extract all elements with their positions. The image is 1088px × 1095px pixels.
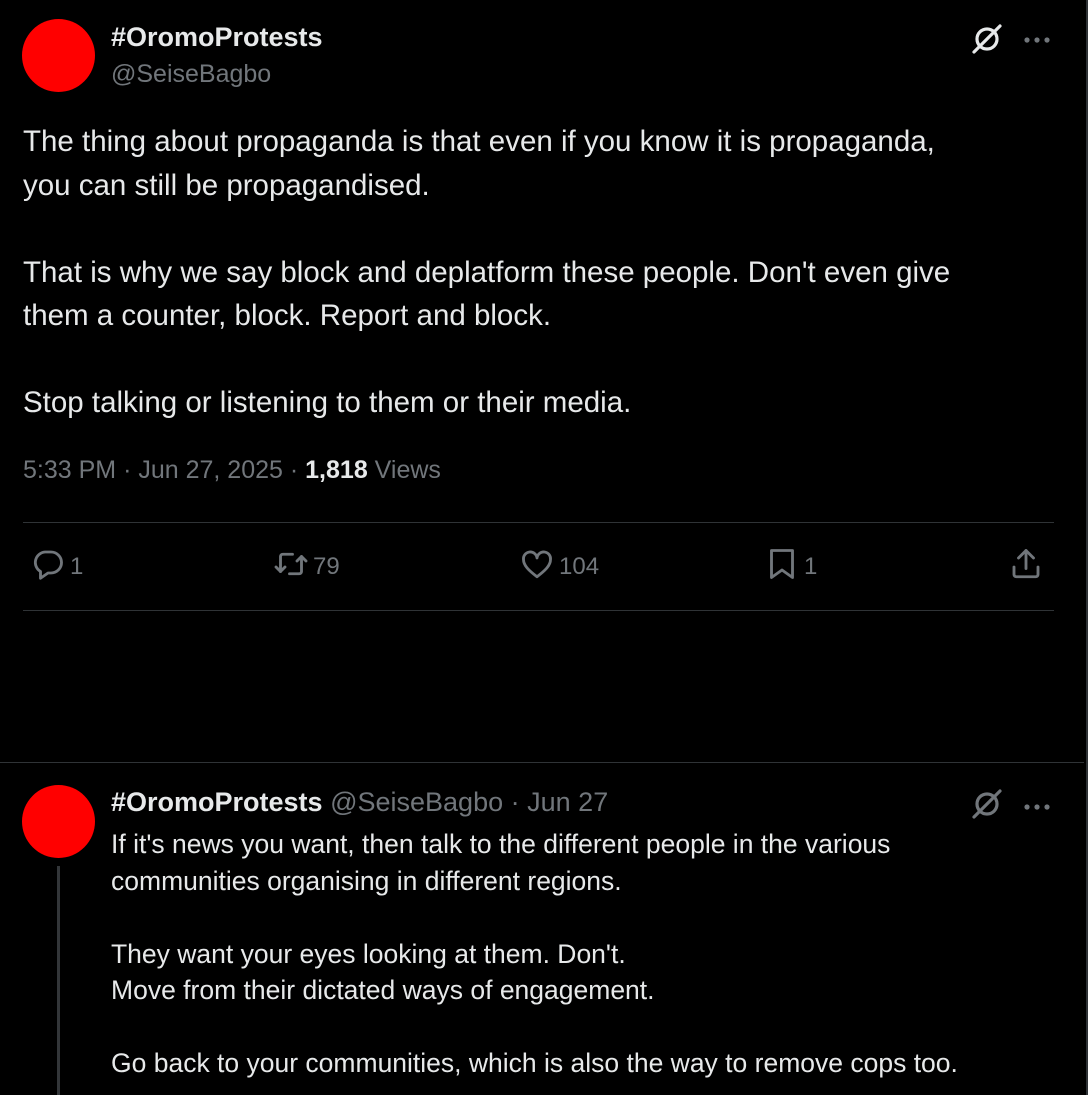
bookmark-count: 1 bbox=[804, 553, 818, 580]
reply-button[interactable]: 1 bbox=[30, 545, 83, 589]
more-icon[interactable] bbox=[1022, 799, 1052, 810]
tweet-text-line: They want your eyes looking at them. Don… bbox=[111, 938, 626, 969]
tweet-date[interactable]: Jun 27, 2025 bbox=[138, 456, 283, 484]
avatar[interactable] bbox=[22, 19, 95, 92]
author-display-name[interactable]: #OromoProtests bbox=[111, 787, 323, 817]
bookmark-button[interactable]: 1 bbox=[764, 545, 817, 589]
author-display-name[interactable]: #OromoProtests bbox=[111, 22, 323, 53]
tweet-date[interactable]: Jun 27 bbox=[527, 787, 608, 817]
meta-separator: · bbox=[510, 787, 520, 817]
tweet-text-line: you can still be propagandised. bbox=[23, 168, 430, 202]
heart-icon bbox=[519, 546, 555, 589]
divider bbox=[23, 610, 1054, 611]
reply-icon bbox=[30, 546, 66, 589]
author-handle[interactable]: @SeiseBagbo bbox=[111, 60, 271, 89]
meta-separator: · bbox=[123, 456, 132, 484]
main-tweet: #OromoProtests @SeiseBagbo The thing abo… bbox=[0, 0, 1084, 762]
views-count: 1,818 bbox=[305, 456, 368, 484]
repost-icon bbox=[273, 546, 309, 589]
divider bbox=[0, 762, 1084, 763]
reply-header: #OromoProtests @SeiseBagbo · Jun 27 bbox=[111, 787, 608, 818]
bookmark-icon bbox=[764, 546, 800, 589]
tweet-metadata: 5:33 PM · Jun 27, 2025 · 1,818 Views bbox=[23, 456, 441, 485]
avatar[interactable] bbox=[22, 785, 95, 858]
tweet-text-line: Go back to your communities, which is al… bbox=[111, 1048, 958, 1078]
repost-button[interactable]: 79 bbox=[273, 545, 340, 589]
grok-icon[interactable] bbox=[970, 22, 1004, 56]
divider bbox=[23, 522, 1054, 523]
author-handle[interactable]: @SeiseBagbo bbox=[330, 787, 503, 817]
meta-separator: · bbox=[289, 456, 299, 484]
tweet-text-line: If it's news you want, then talk to the … bbox=[111, 829, 891, 859]
more-icon[interactable] bbox=[1022, 32, 1052, 43]
tweet-text-line: Stop talking or listening to them or the… bbox=[23, 386, 632, 419]
tweet-text: The thing about propaganda is that even … bbox=[23, 120, 1033, 425]
share-button[interactable] bbox=[1008, 545, 1044, 589]
thread-line bbox=[57, 866, 60, 1095]
tweet-time[interactable]: 5:33 PM bbox=[23, 456, 116, 484]
tweet-text-line: them a counter, block. Report and block. bbox=[23, 299, 552, 332]
tweet-text-line: That is why we say block and deplatform … bbox=[23, 255, 951, 289]
grok-icon[interactable] bbox=[970, 787, 1004, 821]
reply-count: 1 bbox=[70, 553, 84, 580]
views-label: Views bbox=[374, 456, 441, 484]
repost-count: 79 bbox=[313, 553, 340, 580]
like-button[interactable]: 104 bbox=[519, 545, 599, 589]
tweet-text-line: Move from their dictated ways of engagem… bbox=[111, 975, 655, 1005]
share-icon bbox=[1008, 546, 1044, 589]
like-count: 104 bbox=[559, 553, 600, 580]
tweet-text-line: communities organising in different regi… bbox=[111, 865, 622, 896]
tweet-text-line: The thing about propaganda is that even … bbox=[23, 125, 935, 158]
tweet-text: If it's news you want, then talk to the … bbox=[111, 826, 1041, 1082]
